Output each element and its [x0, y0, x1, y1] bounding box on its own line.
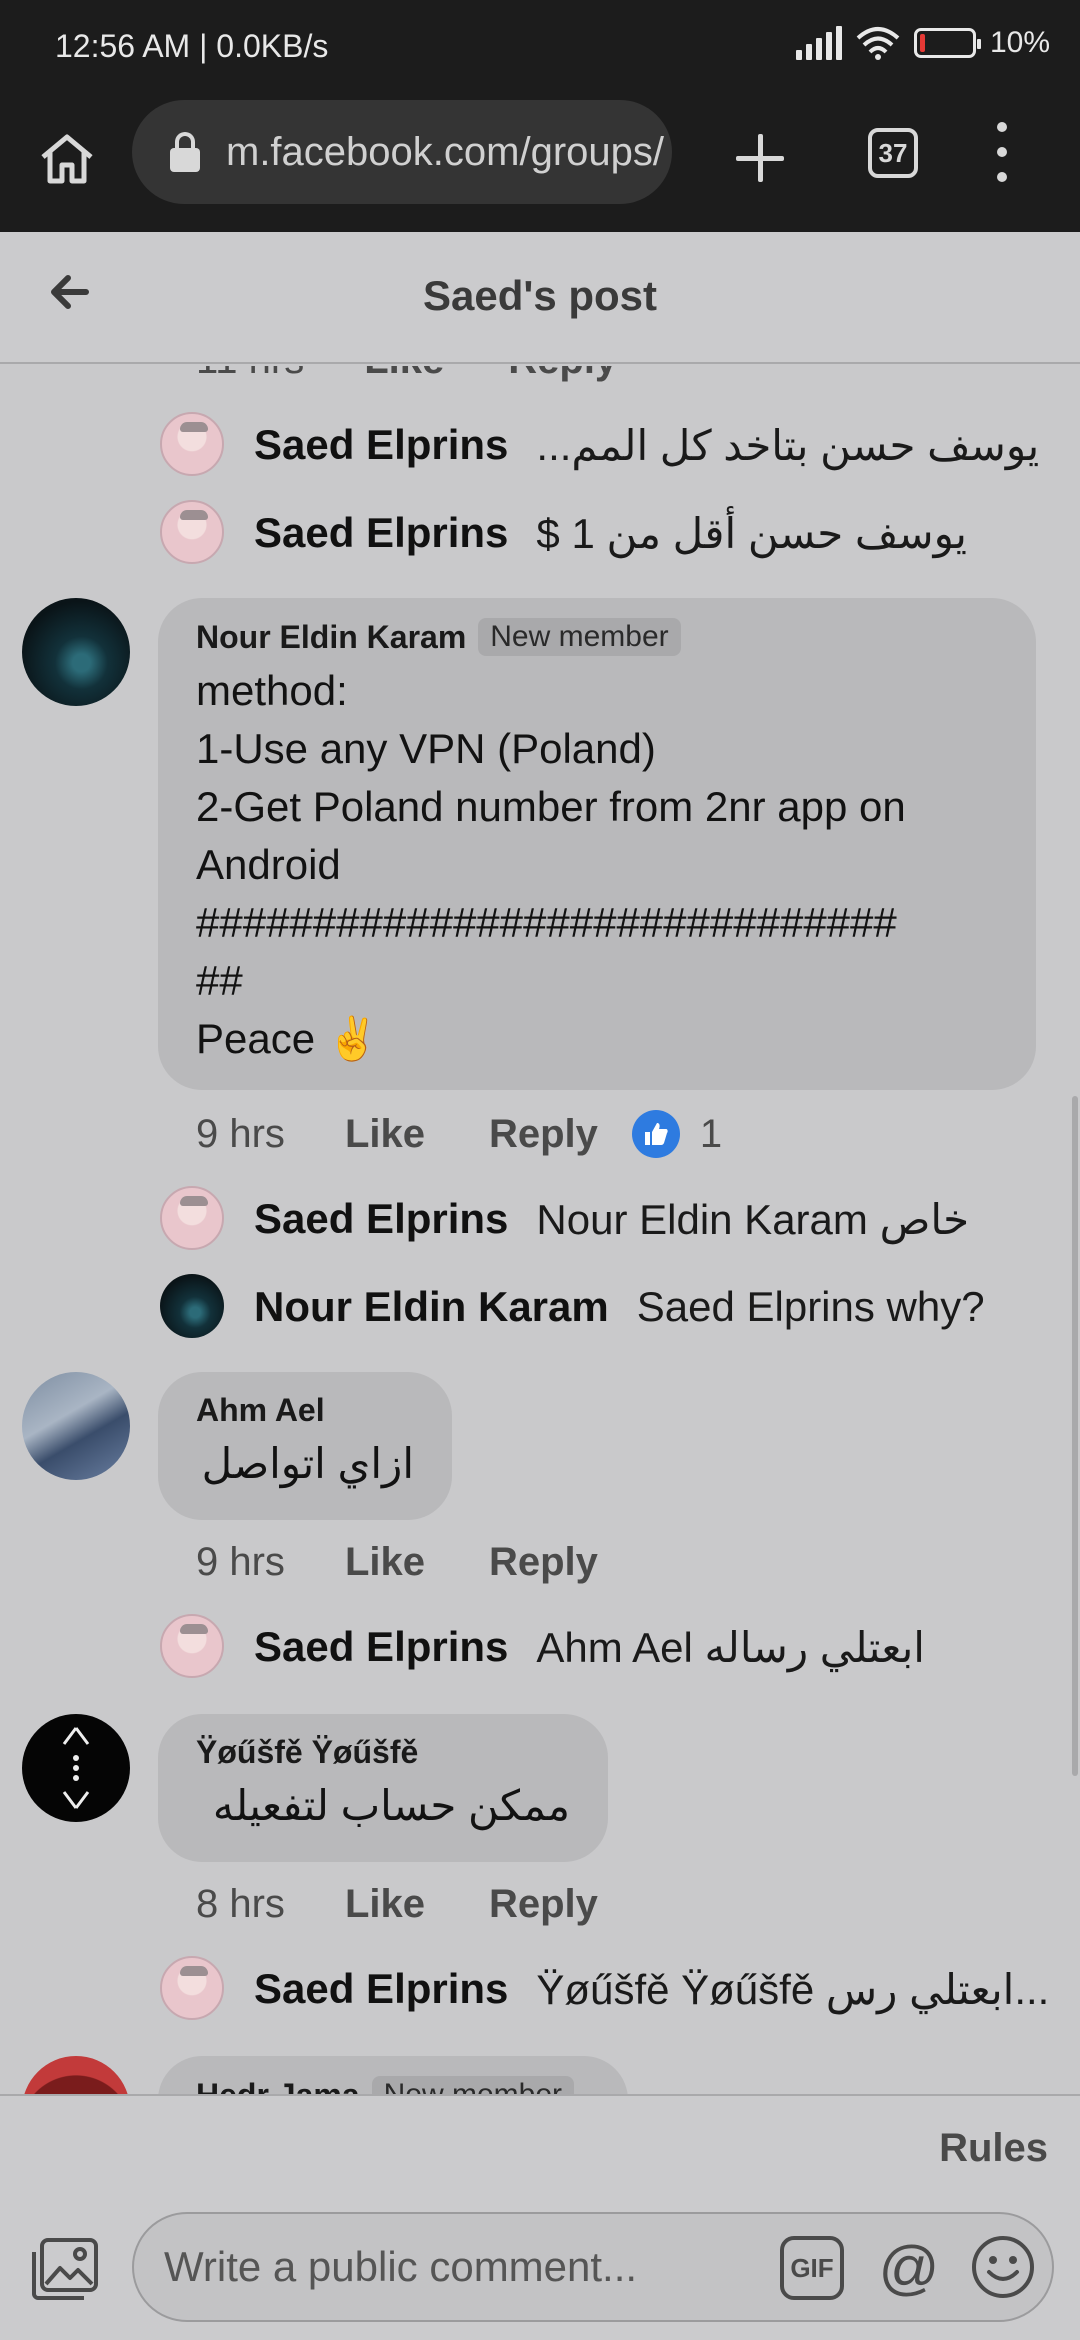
- url-text: m.facebook.com/groups/: [226, 129, 664, 174]
- comment-input[interactable]: [164, 2243, 754, 2291]
- avatar[interactable]: [160, 1186, 224, 1250]
- home-button[interactable]: [32, 124, 102, 194]
- signal-icon: [795, 26, 842, 60]
- avatar[interactable]: [22, 598, 130, 706]
- comment-time: 9 hrs: [196, 1539, 285, 1584]
- address-bar[interactable]: m.facebook.com/groups/: [132, 100, 672, 204]
- tab-switcher-button[interactable]: 37: [868, 128, 918, 178]
- reply-link[interactable]: Reply: [489, 1882, 598, 1927]
- reply-author: Nour Eldin Karam: [254, 1283, 609, 1330]
- like-reaction-icon[interactable]: [631, 1110, 680, 1158]
- avatar[interactable]: [22, 1714, 130, 1822]
- comment-author[interactable]: Ÿøűšfě Ÿøűšfě: [196, 1734, 418, 1771]
- comments-feed: 11 hrs Like Reply Saed Elprins يوسف حسن …: [0, 366, 1080, 2094]
- avatar[interactable]: [22, 2056, 130, 2094]
- comment-author[interactable]: Nour Eldin Karam: [196, 619, 466, 656]
- comment-text: method: 1-Use any VPN (Poland) 2-Get Pol…: [196, 662, 998, 1068]
- comment-author[interactable]: Hedr Jama: [196, 2077, 360, 2095]
- avatar[interactable]: [160, 500, 224, 564]
- reply-text: Ÿøűšfě Ÿøűšfě ابعتلي رس...: [536, 1965, 1050, 2013]
- comment-composer: Rules GIF @: [0, 2094, 1080, 2340]
- comment-line: 2-Get Poland number from 2nr app on: [196, 783, 906, 830]
- photo-icon[interactable]: [30, 2236, 100, 2302]
- like-link[interactable]: Like: [364, 366, 444, 383]
- battery-icon: [913, 28, 981, 58]
- comment-line: Android: [196, 841, 341, 888]
- comment-bubble: Ÿøűšfě Ÿøűšfě ممكن حساب لتفعيله: [158, 1714, 608, 1862]
- reply-preview[interactable]: Saed Elprins Ahm Ael ابعتلي رساله: [254, 1612, 925, 1682]
- reply-author: Saed Elprins: [254, 509, 509, 556]
- comment-text: ازاي اتواصل: [201, 1440, 414, 1487]
- avatar[interactable]: [160, 1614, 224, 1678]
- comment-time: 9 hrs: [196, 1111, 285, 1156]
- reply-text: Nour Eldin Karam خاص: [536, 1195, 970, 1243]
- reply-link[interactable]: Reply: [489, 1540, 598, 1585]
- status-bar: 12:56 AM | 0.0KB/s 10%: [0, 0, 1080, 96]
- gif-button[interactable]: GIF: [780, 2236, 844, 2300]
- rules-link[interactable]: Rules: [939, 2126, 1048, 2171]
- like-count: 1: [699, 1111, 723, 1156]
- comment-line: ##############################: [196, 899, 897, 946]
- comment-meta: 9 hrs Like Reply: [196, 1532, 662, 1592]
- reply-preview[interactable]: Saed Elprins Ÿøűšfě Ÿøűšfě ابعتلي رس...: [254, 1954, 1049, 2024]
- reply-author: Saed Elprins: [254, 1623, 509, 1670]
- wifi-icon: [856, 27, 900, 60]
- reply-preview[interactable]: Saed Elprins Nour Eldin Karam خاص: [254, 1184, 969, 1254]
- reply-link[interactable]: Reply: [508, 366, 617, 383]
- comment-text: ممكن حساب لتفعيله: [212, 1782, 570, 1829]
- comment-author[interactable]: Ahm Ael: [196, 1392, 325, 1429]
- overflow-menu-button[interactable]: [990, 122, 1014, 182]
- battery-percent: 10%: [989, 26, 1050, 59]
- status-icons: 10%: [795, 26, 1050, 60]
- emoji-icon[interactable]: [970, 2234, 1036, 2300]
- reply-text: Ahm Ael ابعتلي رساله: [536, 1623, 925, 1671]
- comment-line: ##: [196, 957, 243, 1004]
- mention-button[interactable]: @: [874, 2232, 944, 2302]
- reply-text: يوسف حسن أقل من 1 $: [536, 509, 967, 557]
- comment-meta: 9 hrs Like Reply 1: [196, 1104, 722, 1164]
- reply-preview[interactable]: Nour Eldin Karam Saed Elprins why?: [254, 1272, 985, 1342]
- comment-time: 11 hrs: [196, 366, 304, 383]
- page-title: Saed's post: [422, 272, 658, 319]
- new-tab-button[interactable]: [728, 126, 792, 190]
- comment-line: Peace ✌️: [196, 1015, 380, 1062]
- lock-icon: [170, 132, 200, 172]
- comment-input-container: GIF @: [132, 2212, 1054, 2322]
- reply-author: Saed Elprins: [254, 1965, 509, 2012]
- scrollbar[interactable]: [1072, 1096, 1078, 1776]
- like-link[interactable]: Like: [345, 1112, 425, 1157]
- comment-time: 8 hrs: [196, 1881, 285, 1926]
- diamond-logo-icon: [62, 1727, 90, 1809]
- page-header: Saed's post: [0, 232, 1080, 364]
- reply-author: Saed Elprins: [254, 421, 509, 468]
- comment-bubble: Hedr Jama New member: [158, 2056, 628, 2094]
- member-badge: New member: [371, 2076, 575, 2094]
- like-link[interactable]: Like: [345, 1540, 425, 1585]
- comment-meta: 11 hrs Like Reply: [196, 366, 681, 390]
- reply-text: Saed Elprins why?: [636, 1283, 985, 1330]
- comment-bubble: Nour Eldin Karam New member method: 1-Us…: [158, 598, 1036, 1090]
- avatar[interactable]: [22, 1372, 130, 1480]
- comment-meta: 8 hrs Like Reply: [196, 1874, 662, 1934]
- reply-author: Saed Elprins: [254, 1195, 509, 1242]
- comment-line: 1-Use any VPN (Poland): [196, 725, 656, 772]
- reply-link[interactable]: Reply: [489, 1112, 598, 1157]
- comment-bubble: Ahm Ael ازاي اتواصل: [158, 1372, 452, 1520]
- avatar[interactable]: [160, 412, 224, 476]
- comment-line: method:: [196, 667, 348, 714]
- avatar[interactable]: [160, 1956, 224, 2020]
- like-link[interactable]: Like: [345, 1882, 425, 1927]
- reply-preview[interactable]: Saed Elprins يوسف حسن بتاخد كل المم...: [254, 410, 1039, 480]
- browser-toolbar: m.facebook.com/groups/ 37: [0, 96, 1080, 232]
- home-icon: [41, 134, 93, 184]
- avatar[interactable]: [160, 1274, 224, 1338]
- reply-preview[interactable]: Saed Elprins يوسف حسن أقل من 1 $: [254, 498, 967, 568]
- reply-text: يوسف حسن بتاخد كل المم...: [536, 421, 1040, 469]
- member-badge: New member: [478, 618, 681, 656]
- status-time: 12:56 AM | 0.0KB/s: [55, 28, 329, 64]
